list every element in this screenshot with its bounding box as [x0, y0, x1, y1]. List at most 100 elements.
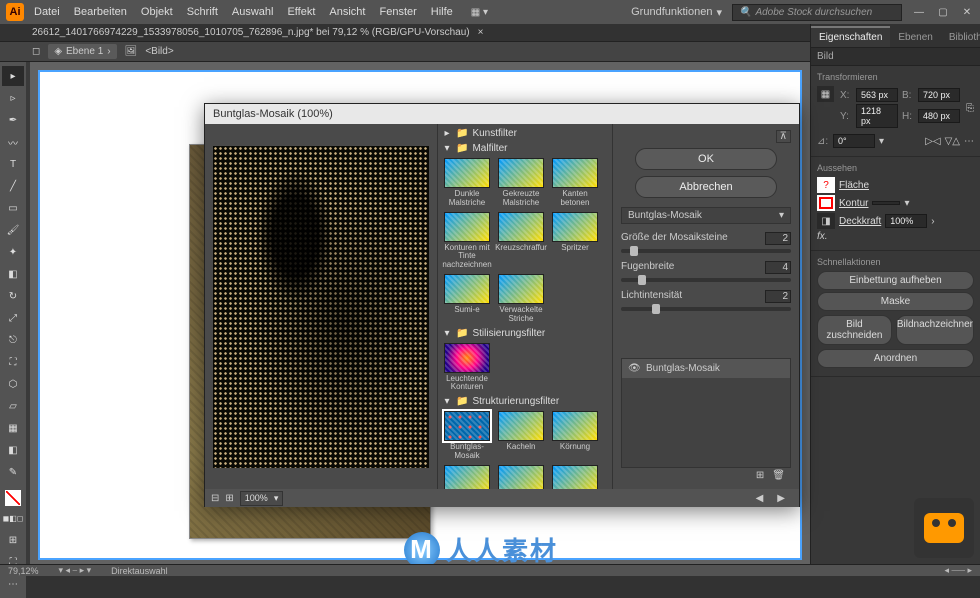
effect-layer-row[interactable]: 👁Buntglas-Mosaik: [622, 359, 790, 378]
opacity-label[interactable]: Deckkraft: [839, 216, 881, 227]
mesh-tool[interactable]: ▦: [2, 418, 24, 438]
thumb-koernung[interactable]: Körnung: [550, 411, 600, 461]
param2-slider[interactable]: [621, 278, 791, 282]
window-restore-icon[interactable]: ▢: [936, 5, 950, 19]
param3-slider[interactable]: [621, 307, 791, 311]
color-mode-icons[interactable]: ◼◧◻: [2, 508, 24, 528]
window-minimize-icon[interactable]: —: [912, 5, 926, 19]
edit-toolbar-icon[interactable]: ⋯: [2, 574, 24, 594]
workspace-switcher[interactable]: Grundfunktionen▾: [631, 6, 722, 19]
zoom-in-icon[interactable]: ⊞: [225, 493, 233, 504]
menu-effect[interactable]: Effekt: [287, 6, 315, 18]
stroke-swatch-panel[interactable]: [817, 195, 835, 211]
filter-select[interactable]: Buntglas-Mosaik▾: [621, 207, 791, 224]
reference-point-icon[interactable]: ▦: [817, 86, 834, 102]
param1-slider[interactable]: [621, 249, 791, 253]
tab-close-icon[interactable]: ×: [478, 27, 484, 38]
new-effect-layer-icon[interactable]: ⊞: [756, 470, 764, 481]
menu-edit[interactable]: Bearbeiten: [74, 6, 127, 18]
thumb-spritzer[interactable]: Spritzer: [550, 212, 600, 270]
fill-label[interactable]: Fläche: [839, 180, 869, 191]
btn-crop-image[interactable]: Bild zuschneiden: [817, 315, 892, 345]
param2-value[interactable]: 4: [765, 261, 791, 274]
curvature-tool[interactable]: 〰: [2, 132, 24, 152]
perspective-tool[interactable]: ▱: [2, 396, 24, 416]
shape-builder-tool[interactable]: ⬡: [2, 374, 24, 394]
cat-strukturierungsfilter[interactable]: ▾📁 Strukturierungsfilter: [440, 394, 610, 409]
thumb-sumi-e[interactable]: Sumi-e: [442, 274, 492, 324]
free-transform-tool[interactable]: ⛶: [2, 352, 24, 372]
flip-v-icon[interactable]: ▽△: [945, 136, 960, 147]
delete-effect-layer-icon[interactable]: 🗑: [772, 470, 785, 481]
menu-window[interactable]: Fenster: [379, 6, 416, 18]
opacity-value[interactable]: 100%: [885, 214, 927, 228]
cat-stilisierungsfilter[interactable]: ▾📁 Stilisierungsfilter: [440, 326, 610, 341]
rectangle-tool[interactable]: ▭: [2, 198, 24, 218]
direct-selection-tool[interactable]: ▹: [2, 88, 24, 108]
next-icon[interactable]: ▶: [777, 493, 785, 504]
width-tool[interactable]: ⎋: [2, 330, 24, 350]
menu-view[interactable]: Ansicht: [329, 6, 365, 18]
tab-properties[interactable]: Eigenschaften: [811, 26, 890, 47]
cat-malfilter[interactable]: ▾📁 Malfilter: [440, 141, 610, 156]
pen-tool[interactable]: ✒: [2, 110, 24, 130]
btn-arrange[interactable]: Anordnen: [817, 349, 974, 368]
transform-x[interactable]: 563 px: [856, 88, 898, 102]
thumb-patchwork[interactable]: Patchwork: [496, 465, 546, 489]
thumb-kreuzschraffur[interactable]: Kreuzschraffur: [496, 212, 546, 270]
stock-search[interactable]: 🔍 Adobe Stock durchsuchen: [732, 4, 902, 21]
thumb-verwackelte-striche[interactable]: Verwackelte Striche: [496, 274, 546, 324]
tab-libraries[interactable]: Bibliotheken: [941, 28, 980, 47]
link-wh-icon[interactable]: ⎘: [966, 86, 974, 130]
thumb-kacheln[interactable]: Kacheln: [496, 411, 546, 461]
linked-image-name[interactable]: <Bild>: [145, 46, 173, 57]
layer-chip[interactable]: ◈ Ebene 1 ›: [48, 44, 116, 59]
stroke-weight[interactable]: [872, 201, 900, 205]
menu-file[interactable]: Datei: [34, 6, 60, 18]
thumb-buntglas-mosaik[interactable]: Buntglas-Mosaik: [442, 411, 492, 461]
btn-image-trace[interactable]: Bildnachzeichner: [896, 315, 974, 345]
btn-mask[interactable]: Maske: [817, 292, 974, 311]
rotate-tool[interactable]: ↻: [2, 286, 24, 306]
btn-unembed[interactable]: Einbettung aufheben: [817, 271, 974, 290]
thumb-dunkle-malstriche[interactable]: Dunkle Malstriche: [442, 158, 492, 208]
eyedropper-tool[interactable]: ✎: [2, 462, 24, 482]
zoom-out-icon[interactable]: ⊟: [211, 493, 219, 504]
preview-zoom[interactable]: 100%▾: [240, 491, 284, 506]
menu-select[interactable]: Auswahl: [232, 6, 274, 18]
draw-mode-icons[interactable]: ⊞: [2, 530, 24, 550]
transform-y[interactable]: 1218 px: [856, 104, 898, 128]
thumb-gekreuzte-malstriche[interactable]: Gekreuzte Malstriche: [496, 158, 546, 208]
gradient-tool[interactable]: ◧: [2, 440, 24, 460]
ok-button[interactable]: OK: [635, 148, 777, 170]
scale-tool[interactable]: ⤢: [2, 308, 24, 328]
shaper-tool[interactable]: ✦: [2, 242, 24, 262]
fill-swatch[interactable]: [5, 490, 21, 506]
fill-swatch-panel[interactable]: ?: [817, 177, 835, 193]
line-tool[interactable]: ╱: [2, 176, 24, 196]
cat-kunstfilter[interactable]: ▸📁 Kunstfilter: [440, 126, 610, 141]
menu-help[interactable]: Hilfe: [431, 6, 453, 18]
param3-value[interactable]: 2: [765, 290, 791, 303]
stroke-label[interactable]: Kontur: [839, 198, 868, 209]
status-zoom[interactable]: 79,12%: [8, 566, 39, 576]
menu-type[interactable]: Schrift: [187, 6, 218, 18]
fx-icon[interactable]: fx.: [817, 231, 828, 242]
transform-angle[interactable]: 0°: [833, 134, 875, 148]
window-close-icon[interactable]: ✕: [960, 5, 974, 19]
selection-tool[interactable]: ▸: [2, 66, 24, 86]
thumb-konturen-tinte[interactable]: Konturen mit Tinte nachzeichnen: [442, 212, 492, 270]
param1-value[interactable]: 2: [765, 232, 791, 245]
prev-icon[interactable]: ◀: [756, 493, 764, 504]
collapse-icon[interactable]: ⊼: [776, 130, 791, 143]
menu-object[interactable]: Objekt: [141, 6, 173, 18]
transform-h[interactable]: 480 px: [918, 109, 960, 123]
thumb-kanten-betonen[interactable]: Kanten betonen: [550, 158, 600, 208]
visibility-icon[interactable]: 👁: [628, 363, 640, 374]
more-options-icon[interactable]: ⋯: [964, 136, 974, 147]
thumb-leuchtende-konturen[interactable]: Leuchtende Konturen: [442, 343, 492, 393]
eraser-tool[interactable]: ◧: [2, 264, 24, 284]
thumb-mit-struktur[interactable]: Mit Struktur versehen: [442, 465, 492, 489]
tab-layers[interactable]: Ebenen: [890, 28, 940, 47]
transform-w[interactable]: 720 px: [918, 88, 960, 102]
